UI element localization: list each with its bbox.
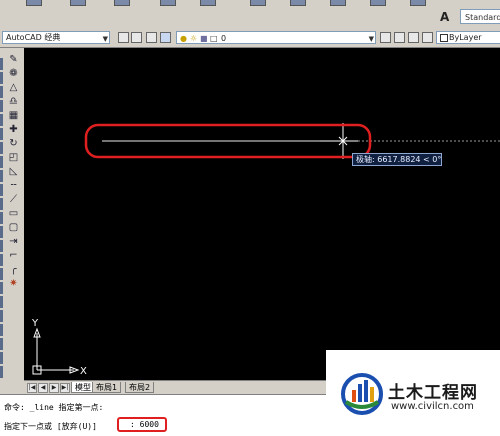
watermark-url: www.civilcn.com xyxy=(391,401,474,412)
chamfer-icon[interactable]: ⌐ xyxy=(7,250,20,262)
first-tab-icon[interactable]: |◀ xyxy=(27,383,37,393)
standard-toolbar: A xyxy=(0,0,500,29)
color-square-icon: □ xyxy=(210,34,218,43)
copy-icon[interactable]: ❁ xyxy=(7,68,20,80)
toolbar-button[interactable] xyxy=(114,0,130,6)
text-style-icon[interactable]: A xyxy=(440,10,456,24)
watermark-title: 土木工程网 xyxy=(388,383,478,403)
lock-icon: ■ xyxy=(200,34,208,43)
break-at-point-icon[interactable]: ⇥ xyxy=(7,236,20,248)
toolbar-button[interactable] xyxy=(70,0,86,6)
watermark: 土木工程网 www.civilcn.com xyxy=(326,350,500,435)
text-style-select[interactable]: Standard xyxy=(460,9,500,24)
layer-isolate-icon[interactable] xyxy=(422,32,433,43)
layer-select[interactable]: ● ☼ ■ □ 0 ▼ xyxy=(176,31,376,44)
fillet-icon[interactable]: ╭ xyxy=(7,264,20,276)
color-swatch xyxy=(440,34,448,42)
polar-tooltip: 极轴: 6617.8824 < 0° xyxy=(352,153,442,166)
civilcn-logo-icon xyxy=(341,373,383,415)
join-icon[interactable]: ▢ xyxy=(7,222,20,234)
drawing-canvas[interactable]: Y X xyxy=(24,48,500,380)
layer-manager-icon[interactable] xyxy=(160,32,171,43)
explode-icon[interactable]: ✷ xyxy=(7,278,20,290)
toolbar-button[interactable] xyxy=(26,0,42,6)
layer-previous-icon[interactable] xyxy=(380,32,391,43)
rotate-icon[interactable]: ↻ xyxy=(7,138,20,150)
tab-layout1[interactable]: 布局1 xyxy=(92,382,122,393)
tab-layout2[interactable]: 布局2 xyxy=(125,382,155,393)
lightbulb-icon: ● xyxy=(180,34,187,43)
break-icon[interactable]: ▭ xyxy=(7,208,20,220)
toolbar-button[interactable] xyxy=(370,0,386,6)
command-input[interactable]: : 6000 xyxy=(130,420,159,430)
command-history-line: 命令: _line 指定第一点: xyxy=(4,403,104,412)
toolbar-button[interactable] xyxy=(290,0,306,6)
toolbar-button[interactable] xyxy=(200,0,216,6)
color-value: ByLayer xyxy=(449,33,482,42)
workspace-tool-icon[interactable] xyxy=(131,32,142,43)
chevron-down-icon: ▼ xyxy=(102,35,108,43)
erase-icon[interactable]: ✎ xyxy=(7,54,20,66)
layer-match-icon[interactable] xyxy=(408,32,419,43)
last-tab-icon[interactable]: ▶| xyxy=(60,383,70,393)
array-icon[interactable]: ▦ xyxy=(7,110,20,122)
canvas-graphics: Y X xyxy=(31,123,500,377)
offset-icon[interactable]: ♎ xyxy=(7,96,20,108)
move-icon[interactable]: ✚ xyxy=(7,124,20,136)
sun-icon: ☼ xyxy=(190,34,198,43)
layer-name: 0 xyxy=(221,34,227,43)
workspace-select[interactable]: AutoCAD 经典 ▼ xyxy=(2,31,110,44)
workspace-tool-icon[interactable] xyxy=(146,32,157,43)
stretch-icon[interactable]: ◺ xyxy=(7,166,20,178)
toolbar-button[interactable] xyxy=(410,0,426,6)
extend-icon[interactable]: ⟋ xyxy=(7,194,20,206)
trim-icon[interactable]: ╌ xyxy=(7,180,20,192)
next-tab-icon[interactable]: ▶ xyxy=(49,383,59,393)
toolbar-button[interactable] xyxy=(330,0,346,6)
ucs-y-label: Y xyxy=(31,318,39,329)
mirror-icon[interactable]: △ xyxy=(7,82,20,94)
toolbar-button[interactable] xyxy=(250,0,266,6)
toolbar-button[interactable] xyxy=(160,0,176,6)
ucs-x-label: X xyxy=(80,366,87,377)
workspace-settings-icon[interactable] xyxy=(118,32,129,43)
prev-tab-icon[interactable]: ◀ xyxy=(38,383,48,393)
color-select[interactable]: ByLayer xyxy=(436,31,500,44)
scale-icon[interactable]: ◰ xyxy=(7,152,20,164)
command-prompt: 指定下一点或 [放弃(U)] xyxy=(4,422,97,431)
modify-toolbar: ✎ ❁ △ ♎ ▦ ✚ ↻ ◰ ◺ ╌ ⟋ ▭ ▢ ⇥ ⌐ ╭ ✷ xyxy=(0,48,25,380)
chevron-down-icon: ▼ xyxy=(368,35,374,43)
workspace-value: AutoCAD 经典 xyxy=(6,33,61,42)
layer-state-icon[interactable] xyxy=(394,32,405,43)
